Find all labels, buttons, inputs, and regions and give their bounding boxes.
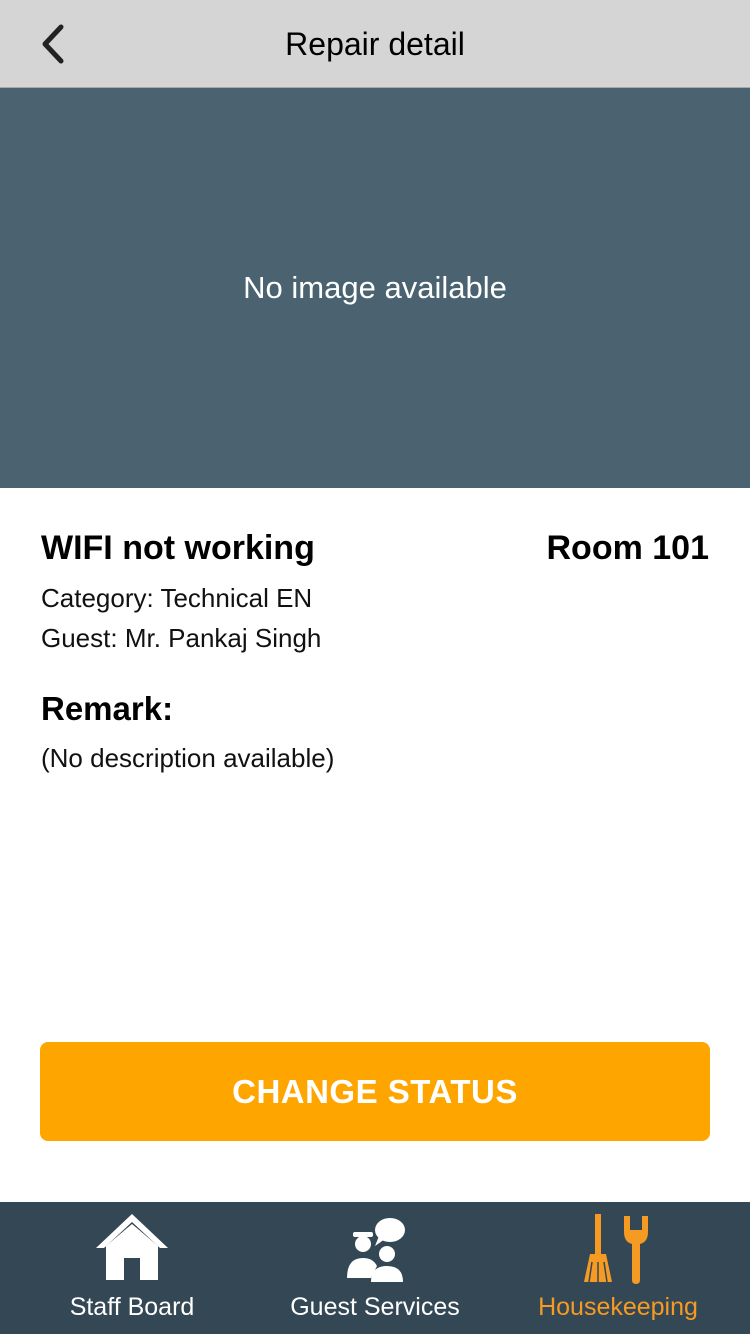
guest-text: Guest: Mr. Pankaj Singh	[41, 623, 322, 653]
broom-wrench-icon	[584, 1214, 648, 1284]
guest-services-icon	[347, 1218, 405, 1282]
navigation-bar: Repair detail	[0, 0, 750, 88]
tab-staff-board[interactable]: Staff Board	[7, 1202, 257, 1334]
tab-label-staff-board: Staff Board	[69, 1293, 195, 1321]
house-icon	[96, 1214, 168, 1280]
remark-label: Remark:	[41, 690, 174, 727]
room-number: Room 101	[546, 529, 710, 567]
tab-label-housekeeping: Housekeeping	[538, 1293, 698, 1321]
tab-housekeeping[interactable]: Housekeeping	[493, 1202, 743, 1334]
tab-label-guest-services: Guest Services	[290, 1293, 460, 1321]
repair-title: WIFI not working	[41, 529, 315, 567]
no-image-text: No image available	[243, 270, 507, 305]
tab-guest-services[interactable]: Guest Services	[250, 1202, 500, 1334]
page-title: Repair detail	[285, 26, 465, 62]
repair-image-placeholder: No image available	[0, 88, 750, 488]
tab-bar: Staff Board Guest Services Housekeeping	[0, 1202, 750, 1334]
remark-text: (No description available)	[41, 743, 335, 773]
category-text: Category: Technical EN	[41, 583, 313, 613]
change-status-button[interactable]: CHANGE STATUS	[40, 1042, 710, 1141]
change-status-label: CHANGE STATUS	[232, 1072, 518, 1110]
